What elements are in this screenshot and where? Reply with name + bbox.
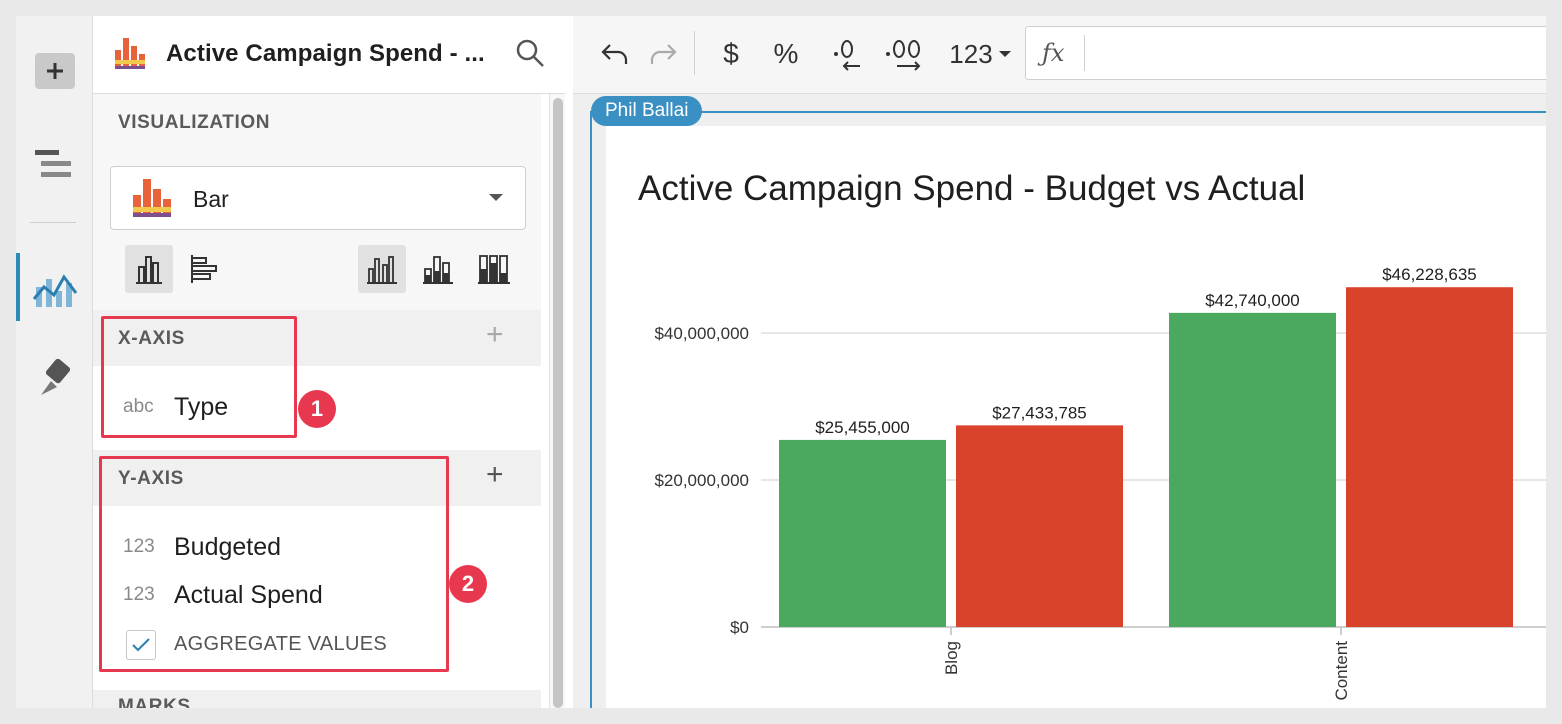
add-x-axis-button[interactable]: + xyxy=(486,318,504,352)
bar xyxy=(779,439,946,627)
percent-stacked-icon xyxy=(478,255,510,284)
stacked-bars-button[interactable] xyxy=(414,245,462,293)
decrease-decimals-icon xyxy=(834,40,860,71)
increase-decimals-button[interactable] xyxy=(879,34,935,74)
grouped-bars-icon xyxy=(367,256,397,284)
chart-type-select[interactable]: Bar xyxy=(110,166,526,230)
stacked-bars-icon xyxy=(423,256,453,284)
format-panel-button[interactable] xyxy=(16,354,93,404)
caret-down-icon xyxy=(998,51,1011,57)
horizontal-bars-icon xyxy=(191,255,217,283)
grouped-bars-button[interactable] xyxy=(358,245,406,293)
y-tick-label: $20,000,000 xyxy=(654,471,749,490)
decrease-decimals-button[interactable] xyxy=(825,34,875,74)
bar xyxy=(956,425,1123,627)
x-tick-label: Content xyxy=(1332,641,1351,701)
data-label: $42,740,000 xyxy=(1205,291,1300,310)
outline-button[interactable] xyxy=(16,144,93,184)
chart-card[interactable]: Active Campaign Spend - Budget vs Actual… xyxy=(606,126,1546,708)
number-format-dropdown[interactable]: 123 xyxy=(945,34,1015,74)
redo-icon xyxy=(650,44,677,64)
outline-icon xyxy=(34,150,71,177)
visualization-panel: Active Campaign Spend - ... VISUALIZATIO… xyxy=(93,16,565,708)
chevron-down-icon xyxy=(489,194,503,201)
formula-divider xyxy=(1084,35,1085,71)
horizontal-orientation-button[interactable] xyxy=(181,245,229,293)
rail-divider xyxy=(30,222,76,223)
percent-stacked-button[interactable] xyxy=(470,245,518,293)
vertical-orientation-button[interactable] xyxy=(125,245,173,293)
collaborator-tag: Phil Ballai xyxy=(591,96,703,126)
percent-format-button[interactable]: % xyxy=(761,34,811,74)
y-tick-label: $0 xyxy=(730,618,749,637)
panel-header: Active Campaign Spend - ... xyxy=(93,16,565,94)
panel-scrollbar[interactable] xyxy=(549,94,565,708)
icon-rail xyxy=(16,16,93,708)
paint-brush-icon xyxy=(40,359,70,395)
function-icon: ƒx xyxy=(1042,39,1065,67)
redo-button[interactable] xyxy=(641,34,685,74)
marks-heading: MARKS xyxy=(118,696,191,708)
add-element-button[interactable] xyxy=(16,53,93,89)
workbook-canvas: Phil Ballai Active Campaign Spend - Budg… xyxy=(573,94,1546,708)
search-button[interactable] xyxy=(515,38,545,73)
bar-chart-icon xyxy=(133,179,171,217)
currency-format-button[interactable]: $ xyxy=(711,34,751,74)
format-toolbar: $ % 123 ƒx xyxy=(573,16,1546,94)
callout-badge-2: 2 xyxy=(449,565,487,603)
data-label: $25,455,000 xyxy=(815,418,910,437)
callout-box-x-axis xyxy=(101,316,297,438)
visualization-heading: VISUALIZATION xyxy=(118,112,271,133)
formula-bar[interactable]: ƒx xyxy=(1025,26,1546,80)
data-label: $46,228,635 xyxy=(1382,265,1477,284)
toolbar-divider xyxy=(694,31,695,75)
plus-icon xyxy=(34,53,75,89)
undo-button[interactable] xyxy=(593,34,637,74)
number-format-label: 123 xyxy=(949,38,993,69)
callout-box-y-axis xyxy=(99,456,449,672)
undo-icon xyxy=(601,44,628,64)
increase-decimals-icon xyxy=(886,40,921,71)
x-tick-label: Blog xyxy=(942,641,961,675)
bar-chart-icon xyxy=(115,38,145,69)
chart-line-icon xyxy=(32,274,77,307)
add-y-axis-button[interactable]: + xyxy=(486,458,504,492)
chart-type-value: Bar xyxy=(193,186,229,212)
data-label: $27,433,785 xyxy=(992,403,1087,422)
bar xyxy=(1346,287,1513,627)
visualization-panel-button[interactable] xyxy=(16,262,93,312)
bar xyxy=(1169,312,1336,627)
y-tick-label: $40,000,000 xyxy=(654,324,749,343)
callout-badge-1: 1 xyxy=(298,390,336,428)
bar-chart: $0 $20,000,000 $40,000,000 $25,455,000 $27,4… xyxy=(654,265,1546,701)
element-title[interactable]: Active Campaign Spend - ... xyxy=(166,40,485,68)
scrollbar-thumb[interactable] xyxy=(553,98,563,708)
app-frame: Active Campaign Spend - ... VISUALIZATIO… xyxy=(16,16,1546,708)
vertical-bars-icon xyxy=(136,256,162,284)
search-icon xyxy=(516,39,544,67)
